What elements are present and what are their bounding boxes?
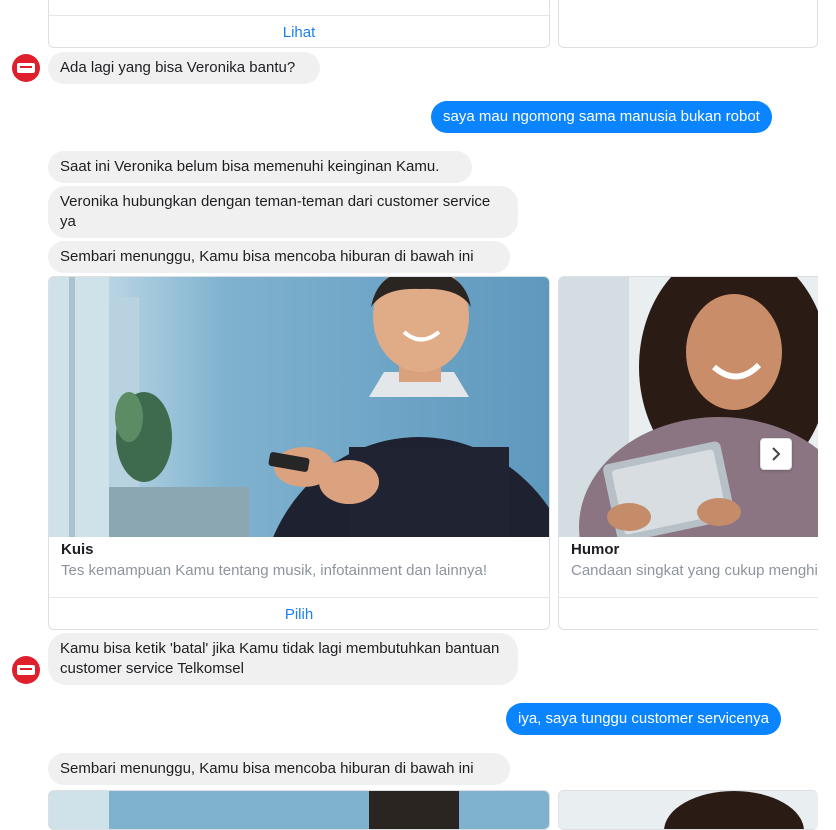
- telkomsel-logo-icon: [17, 665, 35, 675]
- bot-message: Saat ini Veronika belum bisa memenuhi ke…: [48, 151, 472, 183]
- carousel-card-partial: [48, 790, 550, 830]
- bot-avatar: [12, 54, 40, 82]
- card-subtitle: Tes kemampuan Kamu tentang musik, infota…: [61, 562, 488, 579]
- bot-message: Sembari menunggu, Kamu bisa mencoba hibu…: [48, 753, 510, 785]
- telkomsel-logo-icon: [17, 63, 35, 73]
- card-subtitle: Candaan singkat yang cukup menghibur: [571, 562, 818, 579]
- bot-avatar: [12, 656, 40, 684]
- user-message: iya, saya tunggu customer servicenya: [506, 703, 781, 735]
- pilih-button[interactable]: Pilih: [49, 597, 549, 629]
- carousel-card-partial: [558, 790, 818, 830]
- humor-button[interactable]: [559, 597, 818, 629]
- prev-card-2: [558, 0, 818, 48]
- card-title: Kuis: [61, 541, 94, 558]
- carousel-next-button[interactable]: [760, 438, 792, 470]
- bot-message: Veronika hubungkan dengan teman-teman da…: [48, 186, 518, 238]
- card-title: Humor: [571, 541, 620, 558]
- carousel-card-kuis[interactable]: Kuis Tes kemampuan Kamu tentang musik, i…: [48, 276, 550, 630]
- kuis-image: [49, 277, 549, 537]
- user-message: saya mau ngomong sama manusia bukan robo…: [431, 101, 772, 133]
- chevron-right-icon: [772, 447, 781, 461]
- bot-message: Ada lagi yang bisa Veronika bantu?: [48, 52, 320, 84]
- lihat-button[interactable]: Lihat: [49, 15, 549, 47]
- bot-message: Sembari menunggu, Kamu bisa mencoba hibu…: [48, 241, 510, 273]
- prev-card-1: Lihat: [48, 0, 550, 48]
- bot-message: Kamu bisa ketik 'batal' jika Kamu tidak …: [48, 633, 518, 685]
- humor-image: [559, 277, 818, 537]
